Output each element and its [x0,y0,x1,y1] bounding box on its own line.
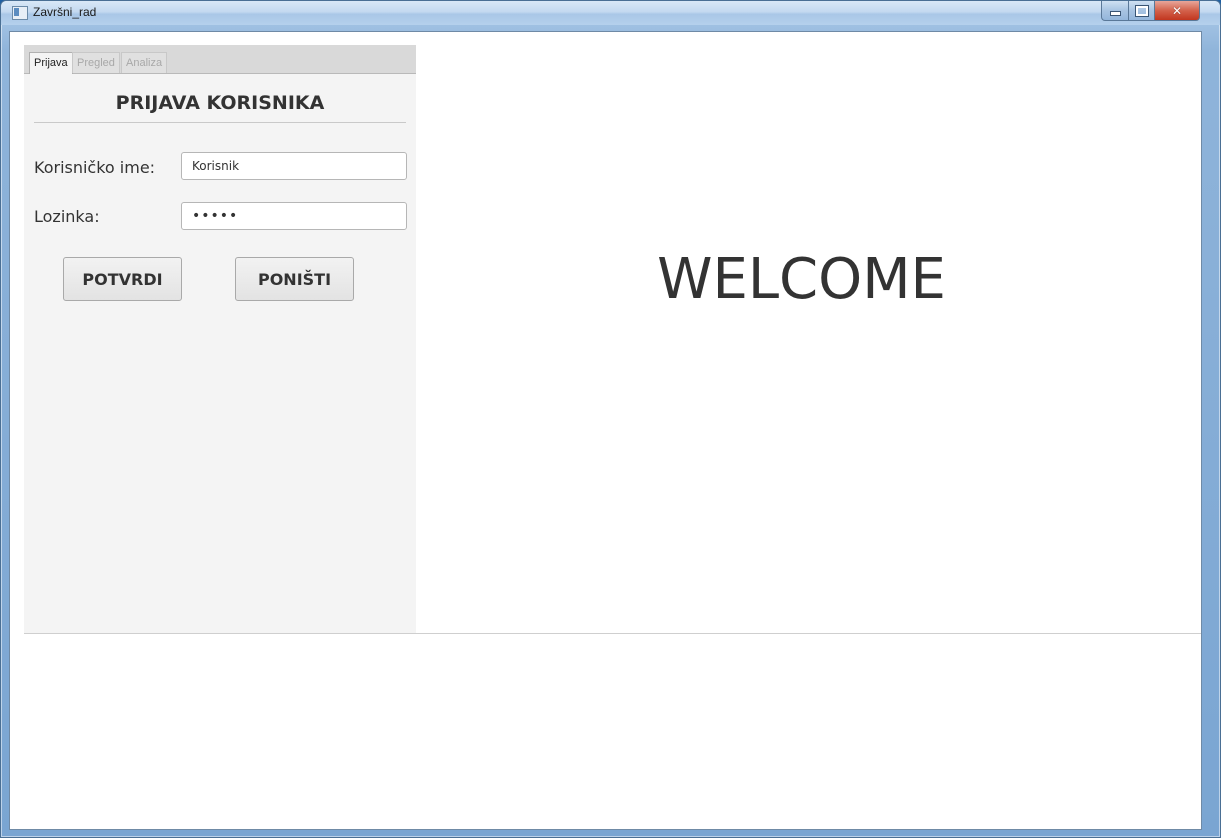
welcome-text: WELCOME [657,247,946,312]
password-input[interactable] [181,202,407,230]
username-label: Korisničko ime: [34,158,156,177]
window-controls: ✕ [1101,1,1200,21]
title-bar[interactable]: Završni_rad ✕ [1,1,1220,25]
close-button[interactable]: ✕ [1155,1,1200,21]
username-input[interactable] [181,152,407,180]
tab-pregled[interactable]: Pregled [72,52,120,73]
app-window-icon [12,6,28,20]
login-pane: Prijava Pregled Analiza PRIJAVA KORISNIK… [24,45,416,633]
password-label: Lozinka: [34,207,100,226]
minimize-icon [1109,11,1121,16]
cancel-button[interactable]: PONIŠTI [235,257,354,301]
tab-analiza[interactable]: Analiza [121,52,168,73]
login-heading: PRIJAVA KORISNIKA [115,92,325,114]
maximize-button[interactable] [1129,1,1155,21]
close-icon: ✕ [1171,3,1183,18]
bottom-panel [24,634,1201,824]
confirm-button[interactable]: POTVRDI [63,257,182,301]
client-area: Prijava Pregled Analiza PRIJAVA KORISNIK… [9,31,1202,830]
tab-bar: Prijava Pregled Analiza [24,45,416,74]
window-title: Završni_rad [33,5,97,19]
maximize-icon [1134,4,1149,17]
app-window: Završni_rad ✕ Prijava Pregled Analiza PR… [0,0,1221,838]
tab-prijava[interactable]: Prijava [29,52,73,74]
minimize-button[interactable] [1101,1,1129,21]
heading-divider [34,122,406,123]
